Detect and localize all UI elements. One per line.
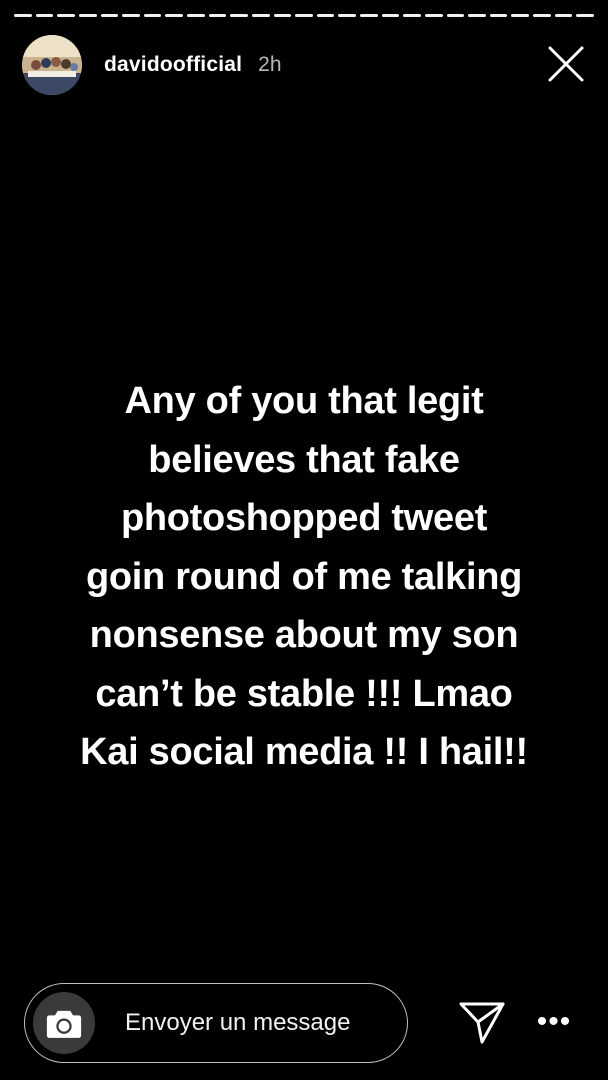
message-input[interactable] <box>123 1008 397 1038</box>
progress-segment <box>187 14 205 17</box>
progress-segment <box>381 14 400 17</box>
paper-plane-icon <box>459 1002 505 1044</box>
more-options-button[interactable]: ••• <box>534 1005 574 1038</box>
story-username[interactable]: davidoofficial <box>104 53 242 77</box>
progress-segment <box>468 14 486 17</box>
progress-segment <box>122 14 140 17</box>
progress-segment <box>576 14 594 17</box>
progress-segment <box>100 14 119 17</box>
camera-icon <box>46 1010 82 1038</box>
progress-segment <box>165 14 183 17</box>
progress-segment <box>360 14 378 17</box>
progress-segment <box>143 14 162 17</box>
progress-segment <box>316 14 335 17</box>
story-text: Any of you that legit believes that fake… <box>80 380 528 773</box>
story-progress-bar <box>14 14 594 18</box>
progress-segment <box>57 14 75 17</box>
reply-bar <box>24 983 408 1063</box>
progress-segment <box>424 14 443 17</box>
progress-segment <box>273 14 292 17</box>
progress-segment <box>338 14 356 17</box>
progress-segment <box>554 14 573 17</box>
progress-segment <box>251 14 270 17</box>
progress-segment <box>533 14 551 17</box>
progress-segment <box>78 14 97 17</box>
camera-button[interactable] <box>33 992 95 1054</box>
progress-segment <box>14 14 32 17</box>
progress-segment <box>35 14 54 17</box>
close-button[interactable] <box>546 44 586 84</box>
story-timestamp: 2h <box>258 53 282 76</box>
progress-segment <box>446 14 465 17</box>
profile-photo-icon <box>22 35 82 95</box>
progress-segment <box>511 14 529 17</box>
progress-segment <box>230 14 248 17</box>
progress-segment <box>403 14 421 17</box>
avatar[interactable] <box>22 35 82 95</box>
send-button[interactable] <box>458 998 506 1046</box>
progress-segment <box>208 14 227 17</box>
progress-segment <box>489 14 508 17</box>
story-header: davidoofficial 2h <box>22 34 586 96</box>
more-dots-icon: ••• <box>536 1005 572 1038</box>
close-icon <box>548 46 584 82</box>
progress-segment <box>295 14 313 17</box>
